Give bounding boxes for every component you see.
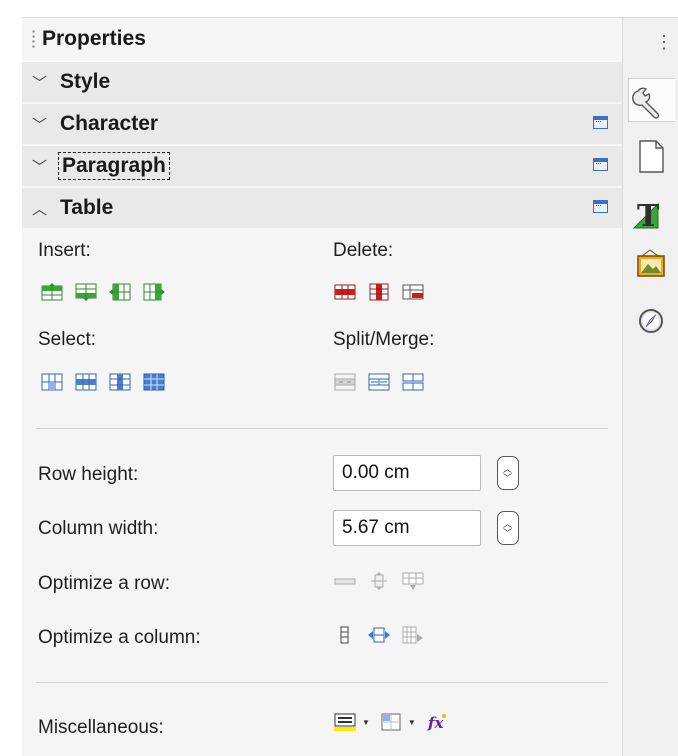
split-table-icon[interactable] xyxy=(402,373,424,391)
more-options-button[interactable] xyxy=(593,200,608,213)
left-gutter xyxy=(0,0,22,756)
merge-cells-icon[interactable] xyxy=(334,373,356,391)
tab-gallery[interactable] xyxy=(628,244,674,286)
styles-icon: T xyxy=(632,199,660,234)
dropdown-arrow-icon[interactable]: ▼ xyxy=(362,718,370,727)
delete-label: Delete: xyxy=(333,240,394,261)
split-merge-label: Split/Merge: xyxy=(333,329,435,350)
delete-buttons xyxy=(334,283,424,301)
chevron-up-icon: ︿ xyxy=(32,200,48,218)
spin-down-icon: ﹀ xyxy=(503,473,513,483)
svg-text:fx: fx xyxy=(427,714,444,731)
column-width-label: Column width: xyxy=(38,518,159,539)
section-table-label: Table xyxy=(60,196,114,219)
delete-table-icon[interactable] xyxy=(402,283,424,301)
tab-styles[interactable]: T xyxy=(628,192,674,234)
separator xyxy=(36,428,608,429)
tab-navigator[interactable] xyxy=(628,300,674,342)
section-style-header[interactable]: ﹀ Style xyxy=(22,61,622,102)
select-label: Select: xyxy=(38,329,97,350)
insert-buttons xyxy=(41,283,165,301)
more-options-button[interactable] xyxy=(593,158,608,171)
split-cells-icon[interactable] xyxy=(368,373,390,391)
column-width-input[interactable]: 5.67 cm xyxy=(333,510,481,546)
navigator-icon xyxy=(639,309,663,333)
separator xyxy=(36,682,608,683)
section-character-label: Character xyxy=(60,112,159,135)
optimal-column-width-icon[interactable] xyxy=(368,626,390,644)
distribute-columns-icon[interactable] xyxy=(402,626,424,644)
more-options-button[interactable] xyxy=(593,116,608,129)
split-merge-buttons xyxy=(334,373,424,391)
optimal-row-height-icon[interactable] xyxy=(368,572,390,590)
tab-page[interactable] xyxy=(628,135,674,177)
select-cell-icon[interactable] xyxy=(41,373,63,391)
panel-title-bar: Properties xyxy=(22,21,622,57)
miscellaneous-label: Miscellaneous: xyxy=(38,717,164,738)
minimal-row-height-icon[interactable] xyxy=(334,572,356,590)
delete-rows-icon[interactable] xyxy=(334,283,356,301)
sidebar-menu-icon[interactable]: ⋮ xyxy=(655,32,673,53)
optimize-column-buttons xyxy=(334,626,424,644)
svg-text:T: T xyxy=(637,199,660,234)
optimize-row-buttons xyxy=(334,572,424,590)
optimize-column-label: Optimize a column: xyxy=(38,627,201,648)
section-paragraph-label: Paragraph xyxy=(58,152,170,180)
tab-properties[interactable] xyxy=(628,78,675,122)
optimize-row-label: Optimize a row: xyxy=(38,573,170,594)
row-height-label: Row height: xyxy=(38,464,139,485)
column-width-spinner[interactable]: ︿ ﹀ xyxy=(497,511,519,545)
formula-icon[interactable]: fx xyxy=(426,713,448,731)
row-height-spinner[interactable]: ︿ ﹀ xyxy=(497,456,519,490)
insert-label: Insert: xyxy=(38,240,91,261)
spin-down-icon: ﹀ xyxy=(503,528,513,538)
sidebar-tab-bar xyxy=(622,18,678,756)
section-character-header[interactable]: ﹀ Character xyxy=(22,103,622,144)
misc-buttons: ▼ ▼ fx xyxy=(334,713,448,731)
distribute-rows-icon[interactable] xyxy=(402,572,424,590)
chevron-down-icon: ﹀ xyxy=(32,116,48,134)
borders-icon[interactable] xyxy=(380,713,402,731)
select-row-icon[interactable] xyxy=(75,373,97,391)
table-cell-background-icon[interactable] xyxy=(334,713,356,731)
insert-columns-after-icon[interactable] xyxy=(143,283,165,301)
section-table-header[interactable]: ︿ Table xyxy=(22,187,622,228)
drag-grip-icon[interactable] xyxy=(32,29,35,49)
chevron-down-icon: ﹀ xyxy=(32,74,48,92)
panel-title: Properties xyxy=(42,27,146,50)
section-style-label: Style xyxy=(60,70,111,93)
insert-rows-below-icon[interactable] xyxy=(75,283,97,301)
section-paragraph-header[interactable]: ﹀ Paragraph xyxy=(22,145,622,186)
select-column-icon[interactable] xyxy=(109,373,131,391)
select-buttons xyxy=(41,373,165,391)
minimal-column-width-icon[interactable] xyxy=(334,626,356,644)
delete-columns-icon[interactable] xyxy=(368,283,390,301)
properties-icon xyxy=(632,87,660,119)
dropdown-arrow-icon[interactable]: ▼ xyxy=(408,718,416,727)
chevron-down-icon: ﹀ xyxy=(32,158,48,176)
gallery-icon xyxy=(637,249,665,277)
insert-rows-above-icon[interactable] xyxy=(41,283,63,301)
page-icon xyxy=(639,140,664,173)
select-table-icon[interactable] xyxy=(143,373,165,391)
insert-columns-before-icon[interactable] xyxy=(109,283,131,301)
row-height-input[interactable]: 0.00 cm xyxy=(333,455,481,491)
